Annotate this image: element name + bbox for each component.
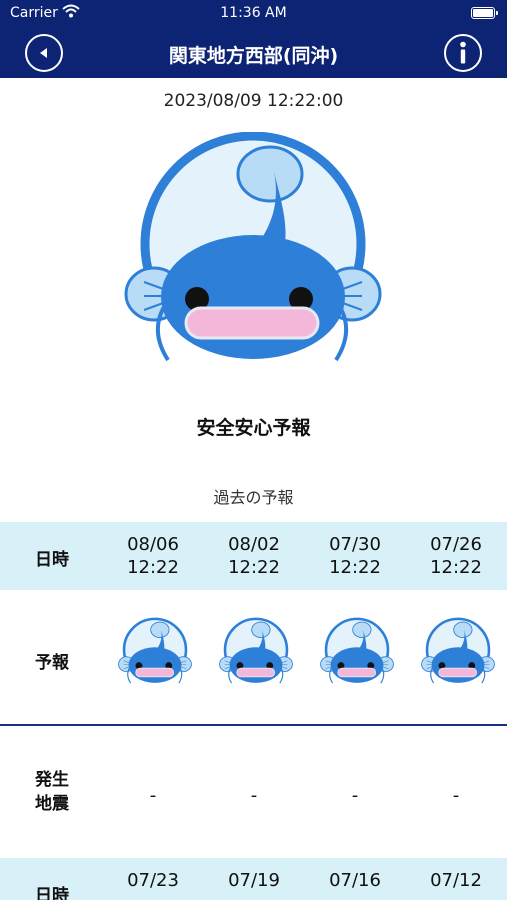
past-datetime-cell[interactable]: 07/16: [304, 869, 406, 892]
status-clock: 11:36 AM: [220, 5, 287, 21]
past-time: 12:22: [127, 557, 179, 578]
past-datetime-cell[interactable]: 08/06 12:22: [102, 533, 204, 579]
catfish-safe-icon[interactable]: [118, 616, 192, 690]
past-date: 07/26: [430, 534, 482, 555]
datetime-row: 日時 08/06 12:22 08/02 12:22 07/30 12:22 0…: [0, 522, 507, 590]
earthquake-value: -: [452, 785, 460, 806]
past-datetime-cell[interactable]: 08/02 12:22: [203, 533, 305, 579]
past-datetime-cell[interactable]: 07/23: [102, 869, 204, 892]
datetime-row: 日時 07/23 07/19 07/16 07/12: [0, 858, 507, 900]
past-datetime-cell[interactable]: 07/30 12:22: [304, 533, 406, 579]
past-datetime-cell[interactable]: 07/26 12:22: [405, 533, 507, 579]
status-bar: Carrier 11:36 AM: [0, 0, 507, 28]
page-title: 関東地方西部(同沖): [168, 45, 339, 67]
past-date: 07/19: [228, 870, 280, 891]
catfish-safe-icon[interactable]: [320, 616, 394, 690]
catfish-safe-icon: [124, 131, 382, 368]
catfish-safe-icon[interactable]: [219, 616, 293, 690]
info-icon: [460, 41, 466, 64]
earthquake-row: 発生 地震 - - - -: [0, 726, 507, 858]
past-time: 12:22: [228, 557, 280, 578]
earthquake-row-label: 発生 地震: [35, 770, 69, 814]
past-date: 07/30: [329, 534, 381, 555]
past-time: 12:22: [430, 557, 482, 578]
past-date: 08/02: [228, 534, 280, 555]
datetime-row-label: 日時: [35, 886, 69, 900]
past-date: 08/06: [127, 534, 179, 555]
forecast-label: 安全安心予報: [196, 417, 311, 439]
forecast-timestamp: 2023/08/09 12:22:00: [163, 91, 344, 111]
past-date: 07/12: [430, 870, 482, 891]
forecast-row: 予報: [0, 590, 507, 724]
past-date: 07/23: [127, 870, 179, 891]
past-time: 12:22: [329, 557, 381, 578]
past-datetime-cell[interactable]: 07/12: [405, 869, 507, 892]
battery-icon: [471, 7, 498, 19]
past-date: 07/16: [329, 870, 381, 891]
forecast-row-label: 予報: [35, 653, 69, 673]
past-datetime-cell[interactable]: 07/19: [203, 869, 305, 892]
catfish-safe-icon[interactable]: [421, 616, 495, 690]
earthquake-value: -: [149, 785, 157, 806]
earthquake-value: -: [250, 785, 258, 806]
earthquake-value: -: [351, 785, 359, 806]
nav-bar: 関東地方西部(同沖): [0, 28, 507, 78]
info-button[interactable]: [444, 34, 482, 72]
past-forecast-title: 過去の予報: [213, 488, 294, 507]
datetime-row-label: 日時: [35, 550, 69, 570]
